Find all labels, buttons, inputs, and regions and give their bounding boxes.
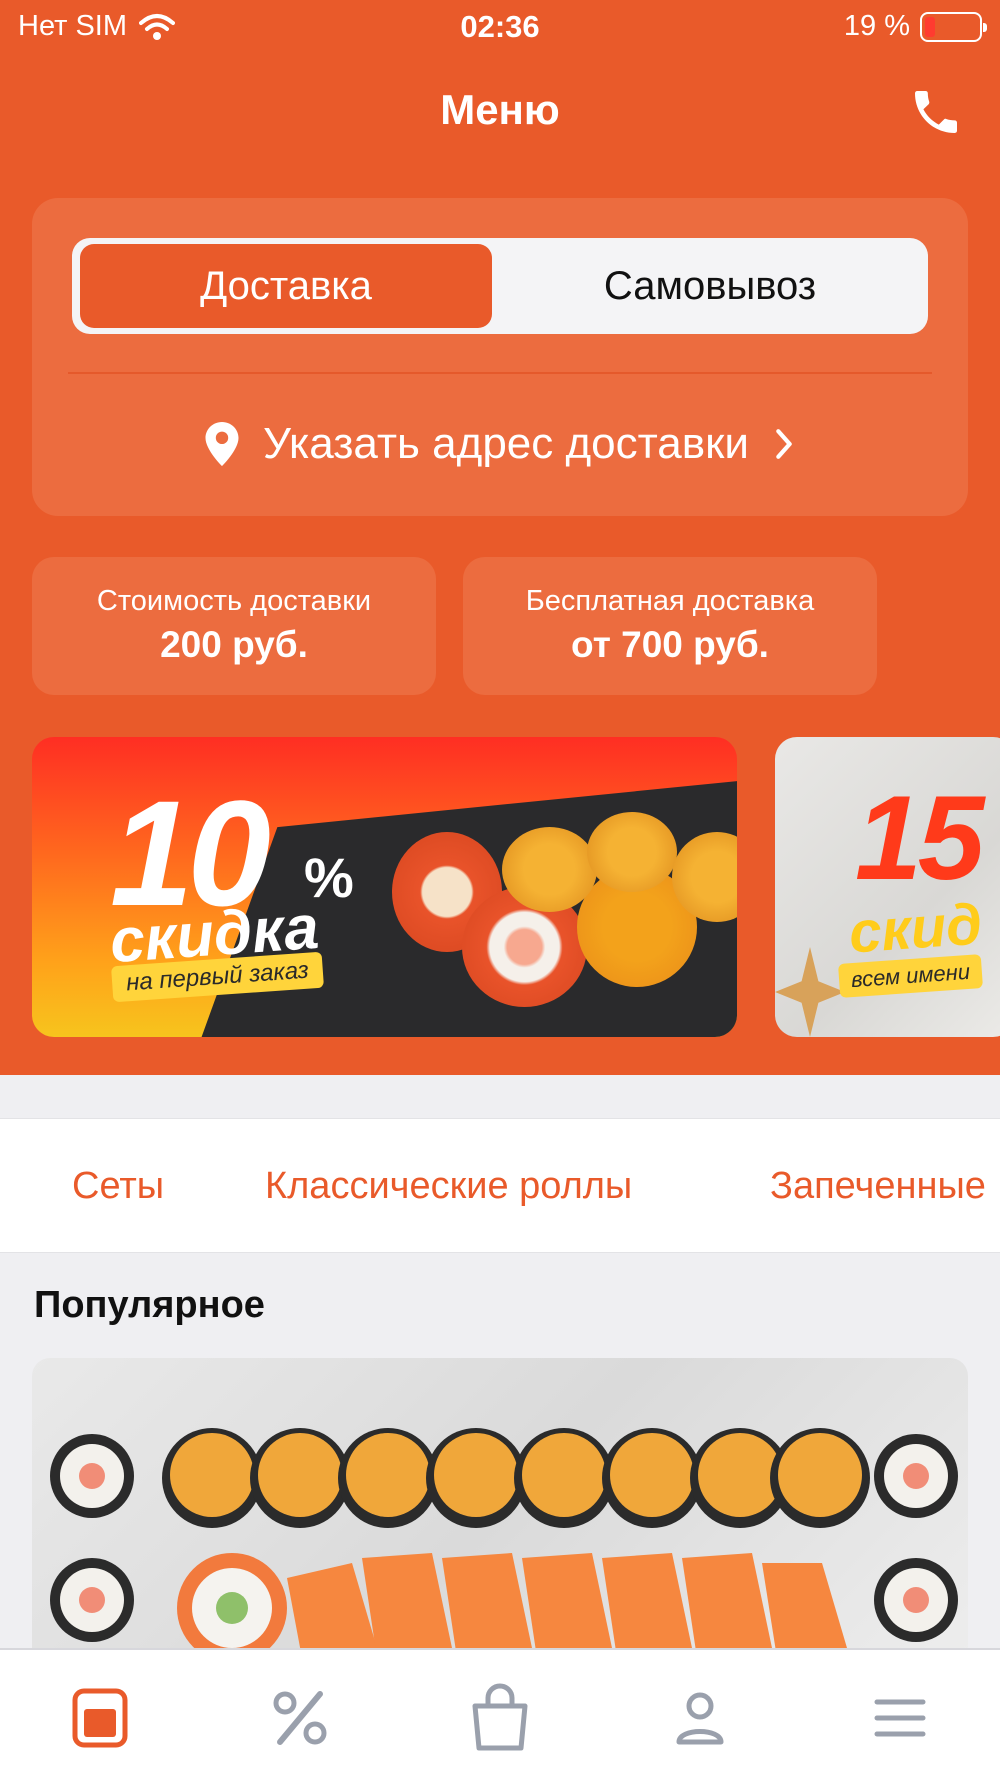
delivery-card: Доставка Самовывоз Указать адрес доставк… bbox=[32, 198, 968, 516]
free-delivery-card: Бесплатная доставка от 700 руб. bbox=[463, 557, 877, 695]
delivery-cost-label: Стоимость доставки bbox=[96, 585, 372, 617]
phone-icon bbox=[915, 91, 957, 133]
free-delivery-label: Бесплатная доставка bbox=[525, 585, 815, 617]
sushi-roll-image bbox=[502, 827, 597, 912]
status-bar: Нет SIM 02:36 19 % bbox=[0, 0, 1000, 56]
chevron-right-icon bbox=[776, 429, 792, 459]
page-title: Меню bbox=[440, 86, 560, 133]
divider bbox=[68, 372, 932, 374]
profile-icon bbox=[676, 1692, 724, 1745]
phone-button[interactable] bbox=[908, 84, 964, 140]
section-title: Популярное bbox=[34, 1284, 265, 1326]
free-delivery-value: от 700 руб. bbox=[571, 624, 769, 665]
bottom-navigation bbox=[0, 1648, 1000, 1778]
category-tab-sets[interactable]: Сеты bbox=[72, 1165, 164, 1208]
percent-icon bbox=[273, 1691, 327, 1745]
nav-menu-button[interactable] bbox=[60, 1678, 140, 1758]
product-image-sushi-set[interactable] bbox=[32, 1358, 968, 1658]
bag-icon bbox=[472, 1683, 528, 1751]
category-tab-baked[interactable]: Запеченные bbox=[770, 1165, 986, 1208]
nav-profile-button[interactable] bbox=[660, 1678, 740, 1758]
battery-icon bbox=[920, 11, 987, 42]
banner-discount-number: 15 bbox=[855, 771, 984, 905]
pickup-option-button[interactable]: Самовывоз bbox=[500, 244, 920, 328]
menu-icon bbox=[72, 1688, 128, 1748]
sushi-set-image bbox=[50, 1428, 958, 1658]
promo-banner-birthday[interactable]: 15 скид всем имени bbox=[775, 737, 1000, 1037]
set-address-button[interactable]: Указать адрес доставки bbox=[32, 414, 968, 474]
hamburger-icon bbox=[874, 1699, 926, 1737]
star-decoration-icon bbox=[775, 947, 845, 1037]
delivery-cost-card: Стоимость доставки 200 руб. bbox=[32, 557, 436, 695]
battery-status: 19 % bbox=[843, 10, 987, 43]
nav-promotions-button[interactable] bbox=[260, 1678, 340, 1758]
nav-more-button[interactable] bbox=[860, 1678, 940, 1758]
location-pin-icon bbox=[205, 422, 239, 466]
battery-percent: 19 % bbox=[843, 10, 910, 42]
sushi-roll-image bbox=[587, 812, 677, 892]
nav-cart-button[interactable] bbox=[460, 1678, 540, 1758]
promo-banner-first-order[interactable]: 10 % скидка на первый заказ bbox=[32, 737, 737, 1037]
delivery-cost-value: 200 руб. bbox=[160, 624, 308, 665]
category-tab-classic-rolls[interactable]: Классические роллы bbox=[265, 1165, 632, 1208]
category-tabs: Сеты Классические роллы Запеченные bbox=[0, 1118, 1000, 1253]
delivery-option-button[interactable]: Доставка bbox=[80, 244, 492, 328]
address-label: Указать адрес доставки bbox=[263, 419, 749, 468]
delivery-mode-segmented-control: Доставка Самовывоз bbox=[72, 238, 928, 334]
